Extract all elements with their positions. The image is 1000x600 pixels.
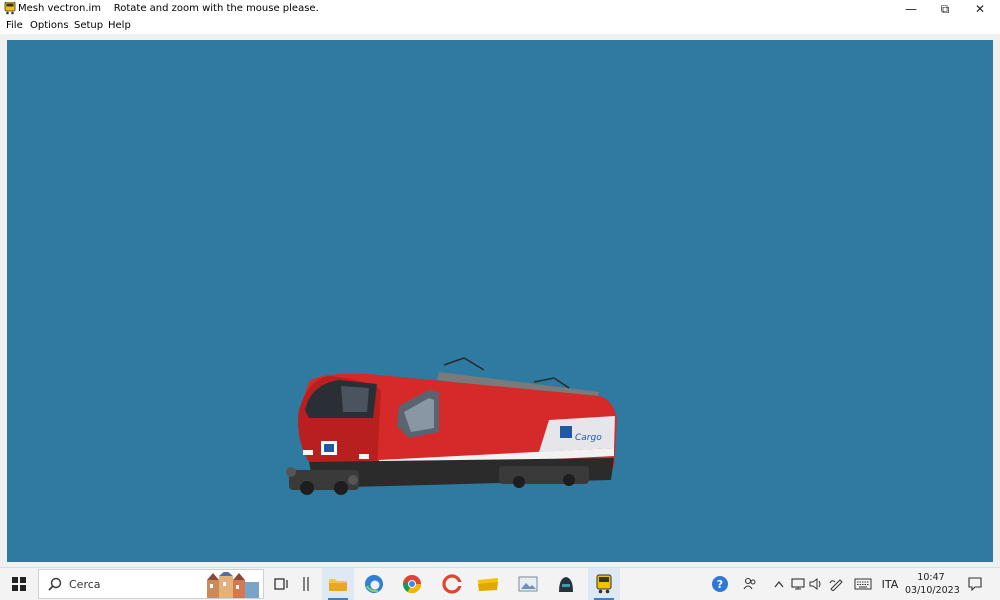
people-button[interactable]	[740, 568, 760, 600]
cargo-label: Cargo	[575, 433, 602, 443]
svg-text:?: ?	[717, 578, 723, 591]
close-button[interactable]: ✕	[963, 0, 997, 18]
clock-date: 03/10/2023	[905, 585, 960, 596]
chevron-up-icon	[774, 581, 784, 588]
window-title: Mesh vectron.im Rotate and zoom with the…	[18, 3, 319, 14]
window-title-hint: Rotate and zoom with the mouse please.	[113, 3, 319, 14]
notifications-button[interactable]	[962, 568, 988, 600]
clock-time: 10:47	[917, 572, 945, 583]
keyboard-icon	[854, 578, 872, 590]
menu-setup[interactable]: Setup	[74, 20, 103, 31]
speaker-icon	[809, 578, 821, 590]
train-app-button[interactable]	[588, 568, 620, 600]
folder-app-button[interactable]	[472, 568, 504, 600]
notification-icon	[968, 577, 982, 591]
close-icon: ✕	[974, 2, 986, 16]
language-label: ITA	[881, 577, 899, 591]
menu-bar: File Options Setup Help	[0, 18, 1000, 34]
task-view-icon	[274, 578, 288, 590]
restore-icon: ⧉	[940, 1, 950, 16]
menu-options[interactable]: Options	[30, 20, 69, 31]
minimize-button[interactable]: —	[894, 0, 928, 18]
volume-button[interactable]	[807, 568, 825, 600]
clock[interactable]: 10:47 03/10/2023	[905, 571, 960, 597]
cd-logo-icon	[560, 426, 572, 438]
minimize-icon: —	[905, 2, 917, 16]
divider-icon	[303, 577, 309, 591]
image-viewer-button[interactable]	[512, 568, 544, 600]
ccleaner-icon	[442, 574, 462, 594]
pen-icon	[829, 579, 843, 591]
chrome-button[interactable]	[396, 568, 428, 600]
locomotive-model: Cargo	[286, 357, 617, 495]
windows-logo-icon	[12, 577, 26, 591]
chrome-icon	[403, 575, 421, 594]
network-icon	[791, 578, 805, 590]
ccleaner-button[interactable]	[436, 568, 468, 600]
edge-icon	[365, 575, 383, 593]
people-icon	[743, 577, 756, 590]
pen-button[interactable]	[826, 568, 848, 600]
3d-viewport[interactable]: Cargo	[7, 40, 993, 562]
network-button[interactable]	[789, 568, 807, 600]
yellow-folder-icon	[478, 578, 498, 591]
window-title-name: Mesh vectron.im	[18, 3, 102, 14]
touch-keyboard-button[interactable]	[850, 568, 876, 600]
train-taskbar-icon	[596, 574, 612, 594]
title-bar: Mesh vectron.im Rotate and zoom with the…	[0, 0, 1000, 18]
search-icon	[48, 577, 62, 591]
taskbar: Cerca ? ITA 10:47 03/10/2023	[0, 567, 1000, 600]
file-explorer-button[interactable]	[322, 568, 354, 600]
start-button[interactable]	[0, 568, 38, 600]
language-indicator[interactable]: ITA	[878, 568, 902, 600]
dark-app-icon	[559, 577, 573, 592]
menu-file[interactable]: File	[6, 20, 23, 31]
search-placeholder: Cerca	[69, 578, 101, 591]
image-viewer-icon	[518, 576, 538, 592]
search-box[interactable]: Cerca	[38, 569, 264, 599]
help-icon: ?	[712, 576, 728, 592]
dark-app-button[interactable]	[550, 568, 582, 600]
help-tray-button[interactable]: ?	[708, 568, 732, 600]
menu-help[interactable]: Help	[108, 20, 131, 31]
folder-icon	[329, 579, 347, 591]
restore-button[interactable]: ⧉	[928, 0, 962, 18]
train-app-icon	[4, 2, 16, 15]
search-highlight-icon	[207, 572, 259, 598]
show-hidden-icons-button[interactable]	[770, 568, 788, 600]
widgets-button[interactable]	[290, 568, 322, 600]
browser-button[interactable]	[358, 568, 390, 600]
